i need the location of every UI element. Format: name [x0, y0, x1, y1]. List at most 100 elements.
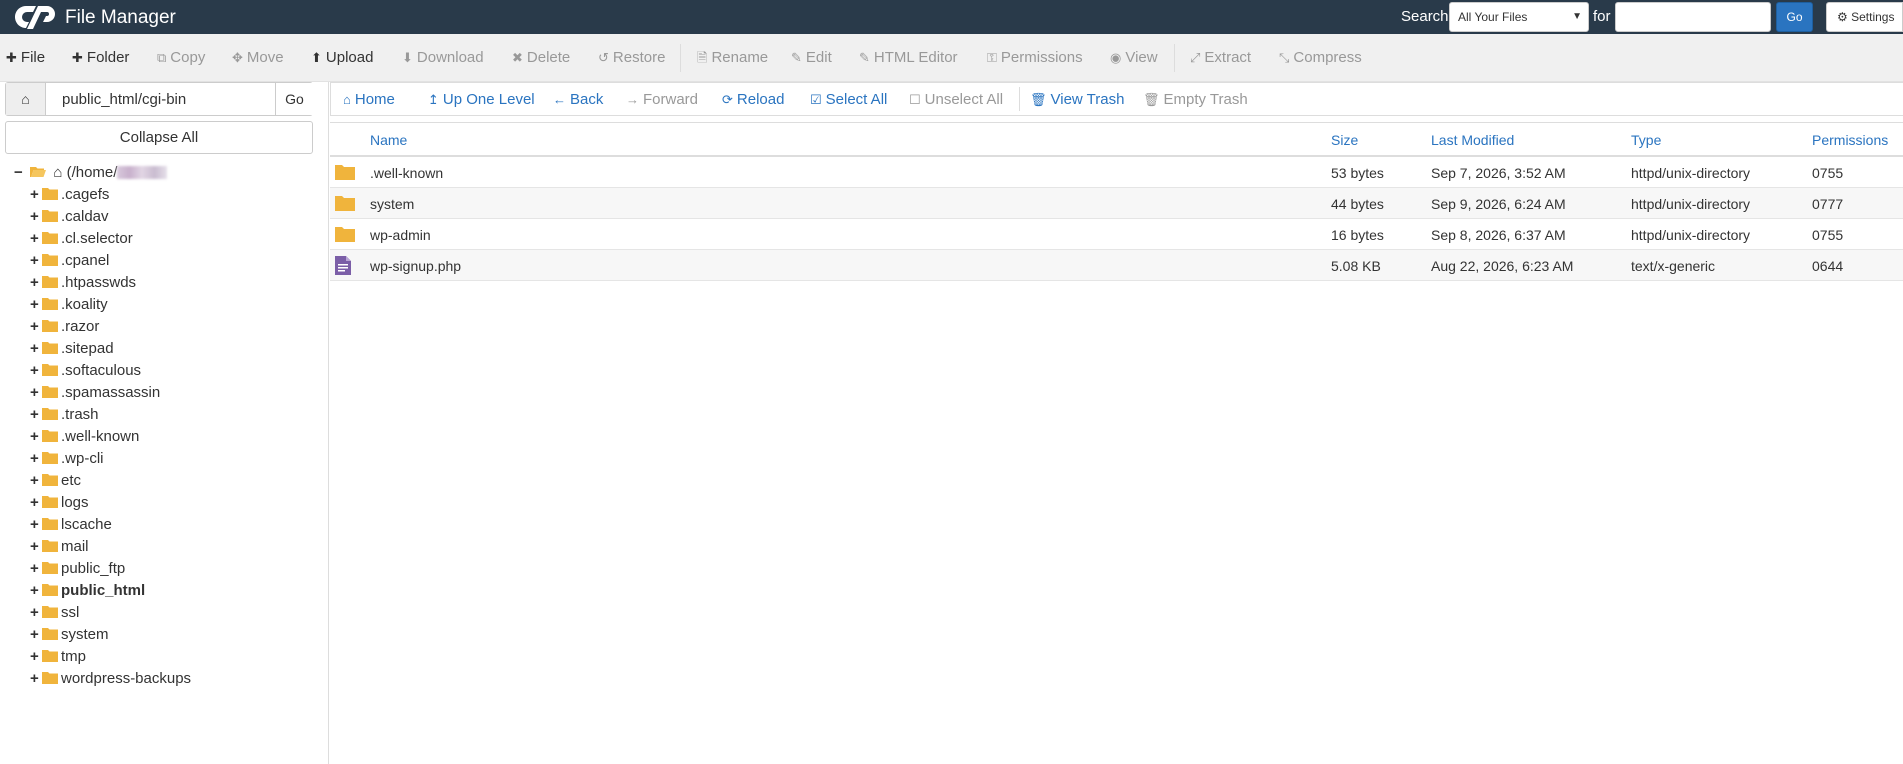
column-header-last-modified[interactable]: Last Modified — [1431, 132, 1514, 148]
expand-toggle-icon[interactable]: + — [30, 538, 42, 555]
expand-toggle-icon[interactable]: + — [30, 406, 42, 423]
collapse-all-button[interactable]: Collapse All — [5, 121, 313, 154]
collapse-toggle-icon[interactable]: − — [14, 164, 26, 181]
expand-toggle-icon[interactable]: + — [30, 648, 42, 665]
file-size: 5.08 KB — [1331, 258, 1381, 274]
column-header-type[interactable]: Type — [1631, 132, 1661, 148]
column-header-size[interactable]: Size — [1331, 132, 1358, 148]
tree-item[interactable]: + public_ftp — [30, 560, 125, 582]
expand-toggle-icon[interactable]: + — [30, 626, 42, 643]
expand-toggle-icon[interactable]: + — [30, 450, 42, 467]
view-button[interactable]: ◉ View — [1110, 49, 1158, 66]
tree-item[interactable]: + .cpanel — [30, 252, 109, 274]
tree-item[interactable]: + etc — [30, 472, 81, 494]
edit-button[interactable]: ✎ Edit — [791, 49, 832, 66]
path-go-button[interactable]: Go — [275, 83, 313, 115]
up-one-level-button[interactable]: ↥ Up One Level — [428, 91, 535, 108]
table-row[interactable]: wp-signup.php 5.08 KB Aug 22, 2026, 6:23 A… — [330, 250, 1903, 281]
back-button[interactable]: ← Back — [553, 91, 603, 108]
new-file-button[interactable]: ✚ File — [6, 49, 45, 66]
empty-trash-button[interactable]: 🗑 Empty Trash — [1143, 91, 1248, 108]
upload-button[interactable]: ⬆ Upload — [311, 49, 373, 66]
tree-item[interactable]: + .sitepad — [30, 340, 114, 362]
tree-item[interactable]: + .htpasswds — [30, 274, 136, 296]
tree-item[interactable]: + mail — [30, 538, 89, 560]
expand-toggle-icon[interactable]: + — [30, 494, 42, 511]
expand-toggle-icon[interactable]: + — [30, 472, 42, 489]
table-row[interactable]: wp-admin 16 bytes Sep 8, 2026, 6:37 AM http… — [330, 219, 1903, 250]
tree-item-label: .well-known — [61, 428, 140, 445]
tree-root[interactable]: − ⌂ (/home/ — [14, 164, 168, 186]
search-input[interactable] — [1615, 2, 1771, 32]
file-name[interactable]: wp-admin — [370, 227, 431, 243]
delete-button[interactable]: ✖ Delete — [512, 49, 570, 66]
html-editor-button[interactable]: ✎ HTML Editor — [859, 49, 958, 66]
expand-toggle-icon[interactable]: + — [30, 230, 42, 247]
expand-toggle-icon[interactable]: + — [30, 252, 42, 269]
tree-item[interactable]: + .wp-cli — [30, 450, 104, 472]
file-name[interactable]: wp-signup.php — [370, 258, 461, 274]
tree-item[interactable]: + .razor — [30, 318, 99, 340]
expand-toggle-icon[interactable]: + — [30, 582, 42, 599]
file-name[interactable]: system — [370, 196, 414, 212]
tree-item[interactable]: + .softaculous — [30, 362, 141, 384]
forward-button[interactable]: → Forward — [626, 91, 698, 108]
path-home-button[interactable]: ⌂ — [6, 83, 46, 115]
expand-toggle-icon[interactable]: + — [30, 208, 42, 225]
column-header-name[interactable]: Name — [370, 132, 407, 148]
expand-toggle-icon[interactable]: + — [30, 296, 42, 313]
expand-toggle-icon[interactable]: + — [30, 516, 42, 533]
tree-item[interactable]: + .cagefs — [30, 186, 109, 208]
tree-item[interactable]: + .cl.selector — [30, 230, 133, 252]
copy-button[interactable]: ⧉ Copy — [157, 49, 205, 66]
reload-button[interactable]: ⟳ Reload — [722, 91, 784, 108]
tree-item[interactable]: + .well-known — [30, 428, 139, 450]
expand-toggle-icon[interactable]: + — [30, 340, 42, 357]
tree-item[interactable]: + lscache — [30, 516, 112, 538]
move-button[interactable]: ✥ Move — [232, 49, 284, 66]
expand-toggle-icon[interactable]: + — [30, 274, 42, 291]
expand-toggle-icon[interactable]: + — [30, 428, 42, 445]
restore-button[interactable]: ↺ Restore — [598, 49, 665, 66]
tree-item[interactable]: + .spamassassin — [30, 384, 160, 406]
search-scope-select[interactable]: All Your Files ▼ — [1449, 2, 1589, 32]
tree-item-label: wordpress-backups — [61, 670, 192, 687]
download-button[interactable]: ⬇ Download — [402, 49, 484, 66]
tree-item[interactable]: + .trash — [30, 406, 99, 428]
search-go-button[interactable]: Go — [1776, 2, 1813, 32]
expand-toggle-icon[interactable]: + — [30, 362, 42, 379]
tree-item[interactable]: + wordpress-backups — [30, 670, 191, 692]
compress-button[interactable]: ⤡ Compress — [1279, 49, 1362, 66]
tree-item[interactable]: + public_html — [30, 582, 145, 604]
tree-item[interactable]: + logs — [30, 494, 89, 516]
plus-icon: ✚ — [72, 50, 83, 65]
expand-toggle-icon[interactable]: + — [30, 384, 42, 401]
select-all-button[interactable]: ☑ Select All — [810, 91, 887, 108]
tree-item[interactable]: + tmp — [30, 648, 86, 670]
new-folder-button[interactable]: ✚ Folder — [72, 49, 129, 66]
home-button[interactable]: ⌂ Home — [343, 91, 395, 108]
path-input[interactable] — [46, 83, 275, 115]
expand-toggle-icon[interactable]: + — [30, 604, 42, 621]
extract-button[interactable]: ⤢ Extract — [1190, 49, 1251, 66]
expand-toggle-icon[interactable]: + — [30, 318, 42, 335]
tree-item[interactable]: + system — [30, 626, 109, 648]
file-name[interactable]: .well-known — [370, 165, 443, 181]
cpanel-logo-icon[interactable] — [14, 2, 60, 32]
expand-toggle-icon[interactable]: + — [30, 560, 42, 577]
permissions-button[interactable]: ⚿ Permissions — [987, 49, 1083, 66]
copy-icon: ⧉ — [157, 50, 167, 65]
tree-item[interactable]: + .koality — [30, 296, 108, 318]
expand-toggle-icon[interactable]: + — [30, 670, 42, 687]
view-trash-button[interactable]: 🗑 View Trash — [1030, 91, 1124, 108]
tree-item[interactable]: + .caldav — [30, 208, 109, 230]
table-row[interactable]: system 44 bytes Sep 9, 2026, 6:24 AM httpd/… — [330, 188, 1903, 219]
redacted-username — [117, 166, 168, 179]
expand-toggle-icon[interactable]: + — [30, 186, 42, 203]
settings-button[interactable]: ⚙ Settings — [1826, 2, 1903, 32]
table-row[interactable]: .well-known 53 bytes Sep 7, 2026, 3:52 AM h… — [330, 157, 1903, 188]
column-header-permissions[interactable]: Permissions — [1812, 132, 1888, 148]
tree-item[interactable]: + ssl — [30, 604, 79, 626]
rename-button[interactable]: 🗎 Rename — [697, 49, 768, 71]
unselect-all-button[interactable]: ☐ Unselect All — [909, 91, 1003, 108]
